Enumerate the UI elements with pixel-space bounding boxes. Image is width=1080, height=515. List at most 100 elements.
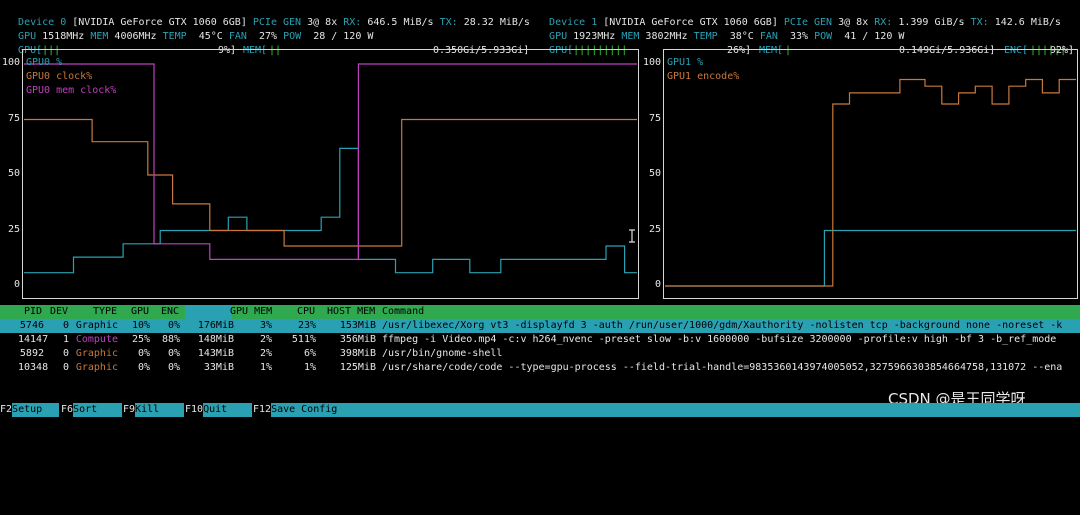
f2-key: F2	[0, 404, 13, 415]
process-type: Graphic	[75, 320, 118, 331]
gpu0-ytick-75: 75	[7, 113, 20, 124]
device0-tx-label: TX:	[439, 17, 458, 28]
series-line-0-0	[24, 147, 637, 274]
process-type: Graphic	[75, 348, 118, 359]
process-gpu: 25%	[131, 334, 150, 345]
process-cpu: 1%	[303, 362, 316, 373]
process-command: /usr/bin/gnome-shell	[382, 348, 503, 359]
series-line-1-1	[665, 78, 1076, 287]
process-gpu-mem-pct: 1%	[259, 362, 272, 373]
device0-line3: GPU[||| 9%] MEM[|| 0.350Gi/5.933Gi]	[6, 30, 531, 56]
gpu1-ytick-100: 100	[642, 57, 661, 68]
f12-label: Save Config	[271, 403, 1080, 417]
f6-key: F6	[61, 404, 74, 415]
f10-key: F10	[185, 404, 204, 415]
f10-label: Quit	[203, 403, 253, 417]
process-command: /usr/share/code/code --type=gpu-process …	[382, 362, 1063, 373]
f12-save-config-button[interactable]: F12Save Config	[253, 403, 1080, 417]
device1-rx-value: 1.399 GiB/s	[898, 17, 965, 28]
process-gpu-mem: 148MiB	[197, 334, 234, 345]
f9-kill-button[interactable]: F9Kill	[123, 403, 185, 417]
gpu1-ytick-25: 25	[648, 224, 661, 235]
col-type[interactable]: TYPE	[93, 305, 117, 319]
process-table-header: PID DEV TYPE GPU ENC GPU MEM CPU HOST ME…	[0, 305, 1080, 319]
text-cursor-icon	[629, 229, 635, 243]
process-row[interactable]: 5746 0 Graphic 10% 0% 176MiB 3% 23% 153M…	[0, 319, 1080, 333]
process-gpu-mem-pct: 3%	[259, 320, 272, 331]
process-host-mem: 125MiB	[339, 362, 376, 373]
process-host-mem: 356MiB	[339, 334, 376, 345]
device1-line3: GPU[||||||||| 26%] MEM[| 0.149Gi/5.936Gi] EN…	[537, 30, 1077, 56]
gpu0-ytick-25: 25	[7, 224, 20, 235]
f2-setup-button[interactable]: F2Setup	[0, 403, 60, 417]
col-host-mem[interactable]: HOST MEM	[327, 305, 375, 319]
gpu0-legend-memclock: GPU0 mem clock%	[26, 85, 117, 96]
series-line-0-1	[24, 118, 637, 247]
process-gpu: 0%	[137, 348, 150, 359]
f6-label: Sort	[73, 403, 123, 417]
process-gpu-mem: 143MiB	[197, 348, 234, 359]
device0-line2: GPU 1518MHz MEM 4006MHz TEMP 45°C FAN 27…	[6, 16, 373, 42]
process-gpu: 0%	[137, 362, 150, 373]
col-gpu-mem[interactable]: GPU MEM	[230, 305, 272, 319]
process-type: Graphic	[75, 362, 118, 373]
process-enc: 0%	[167, 320, 180, 331]
f10-quit-button[interactable]: F10Quit	[185, 403, 253, 417]
f9-label: Kill	[135, 403, 185, 417]
process-cpu: 511%	[291, 334, 316, 345]
process-type: Compute	[75, 334, 118, 345]
gpu1-ytick-75: 75	[648, 113, 661, 124]
gpu0-ytick-0: 0	[13, 279, 20, 290]
process-gpu-mem: 176MiB	[197, 320, 234, 331]
col-command[interactable]: Command	[382, 305, 424, 319]
series-line-1-0	[665, 229, 1076, 287]
process-dev: 0	[62, 348, 69, 359]
process-enc: 0%	[167, 348, 180, 359]
col-dev[interactable]: DEV	[50, 305, 68, 319]
gpu0-legend-clock: GPU0 clock%	[26, 71, 93, 82]
process-pid: 5746	[19, 320, 44, 331]
f12-key: F12	[253, 404, 272, 415]
device1-line1: Device 1 [NVIDIA GeForce GTX 1060 6GB] P…	[537, 2, 1061, 28]
device0-tx-value: 28.32 MiB/s	[463, 17, 530, 28]
process-enc: 0%	[167, 362, 180, 373]
f9-key: F9	[123, 404, 136, 415]
device0-rx-value: 646.5 MiB/s	[367, 17, 434, 28]
gpu0-ytick-100: 100	[1, 57, 20, 68]
process-enc: 88%	[161, 334, 180, 345]
process-row[interactable]: 14147 1 Compute 25% 88% 148MiB 2% 511% 3…	[0, 333, 1080, 347]
f6-sort-button[interactable]: F6Sort	[61, 403, 123, 417]
gpu0-chart-panel: GPU0 % GPU0 clock% GPU0 mem clock%	[22, 49, 639, 299]
process-row[interactable]: 10348 0 Graphic 0% 0% 33MiB 1% 1% 125MiB…	[0, 361, 1080, 375]
process-pid: 5892	[19, 348, 44, 359]
f2-label: Setup	[12, 403, 60, 417]
process-cpu: 6%	[303, 348, 316, 359]
device1-line2: GPU 1923MHz MEM 3802MHz TEMP 38°C FAN 33…	[537, 16, 904, 42]
device1-tx-label: TX:	[970, 17, 989, 28]
col-cpu[interactable]: CPU	[297, 305, 315, 319]
process-row[interactable]: 5892 0 Graphic 0% 0% 143MiB 2% 6% 398MiB…	[0, 347, 1080, 361]
process-gpu-mem-pct: 2%	[259, 348, 272, 359]
function-key-bar: F2Setup F6Sort F9Kill F10Quit F12Save Co…	[0, 403, 1080, 417]
process-command: /usr/libexec/Xorg vt3 -displayfd 3 -auth…	[382, 320, 1063, 331]
col-pid[interactable]: PID	[24, 305, 42, 319]
process-gpu: 10%	[131, 320, 150, 331]
gpu0-ytick-50: 50	[7, 168, 20, 179]
gpu1-legend-encode: GPU1 encode%	[667, 71, 740, 82]
gpu1-ytick-0: 0	[654, 279, 661, 290]
gpu1-legend-util: GPU1 %	[667, 57, 704, 68]
process-command: ffmpeg -i Video.mp4 -c:v h264_nvenc -pre…	[382, 334, 1057, 345]
process-pid: 10348	[18, 362, 49, 373]
process-dev: 1	[62, 334, 69, 345]
col-gpu[interactable]: GPU	[131, 305, 149, 319]
process-cpu: 23%	[297, 320, 316, 331]
process-gpu-mem-pct: 2%	[259, 334, 272, 345]
gpu0-legend-util: GPU0 %	[26, 57, 63, 68]
col-enc[interactable]: ENC	[161, 305, 179, 319]
sort-column-highlight	[185, 305, 232, 319]
device1-tx-value: 142.6 MiB/s	[994, 17, 1061, 28]
gpu1-chart-panel: GPU1 % GPU1 encode%	[663, 49, 1078, 299]
process-host-mem: 398MiB	[339, 348, 376, 359]
process-host-mem: 153MiB	[339, 320, 376, 331]
gpu1-ytick-50: 50	[648, 168, 661, 179]
